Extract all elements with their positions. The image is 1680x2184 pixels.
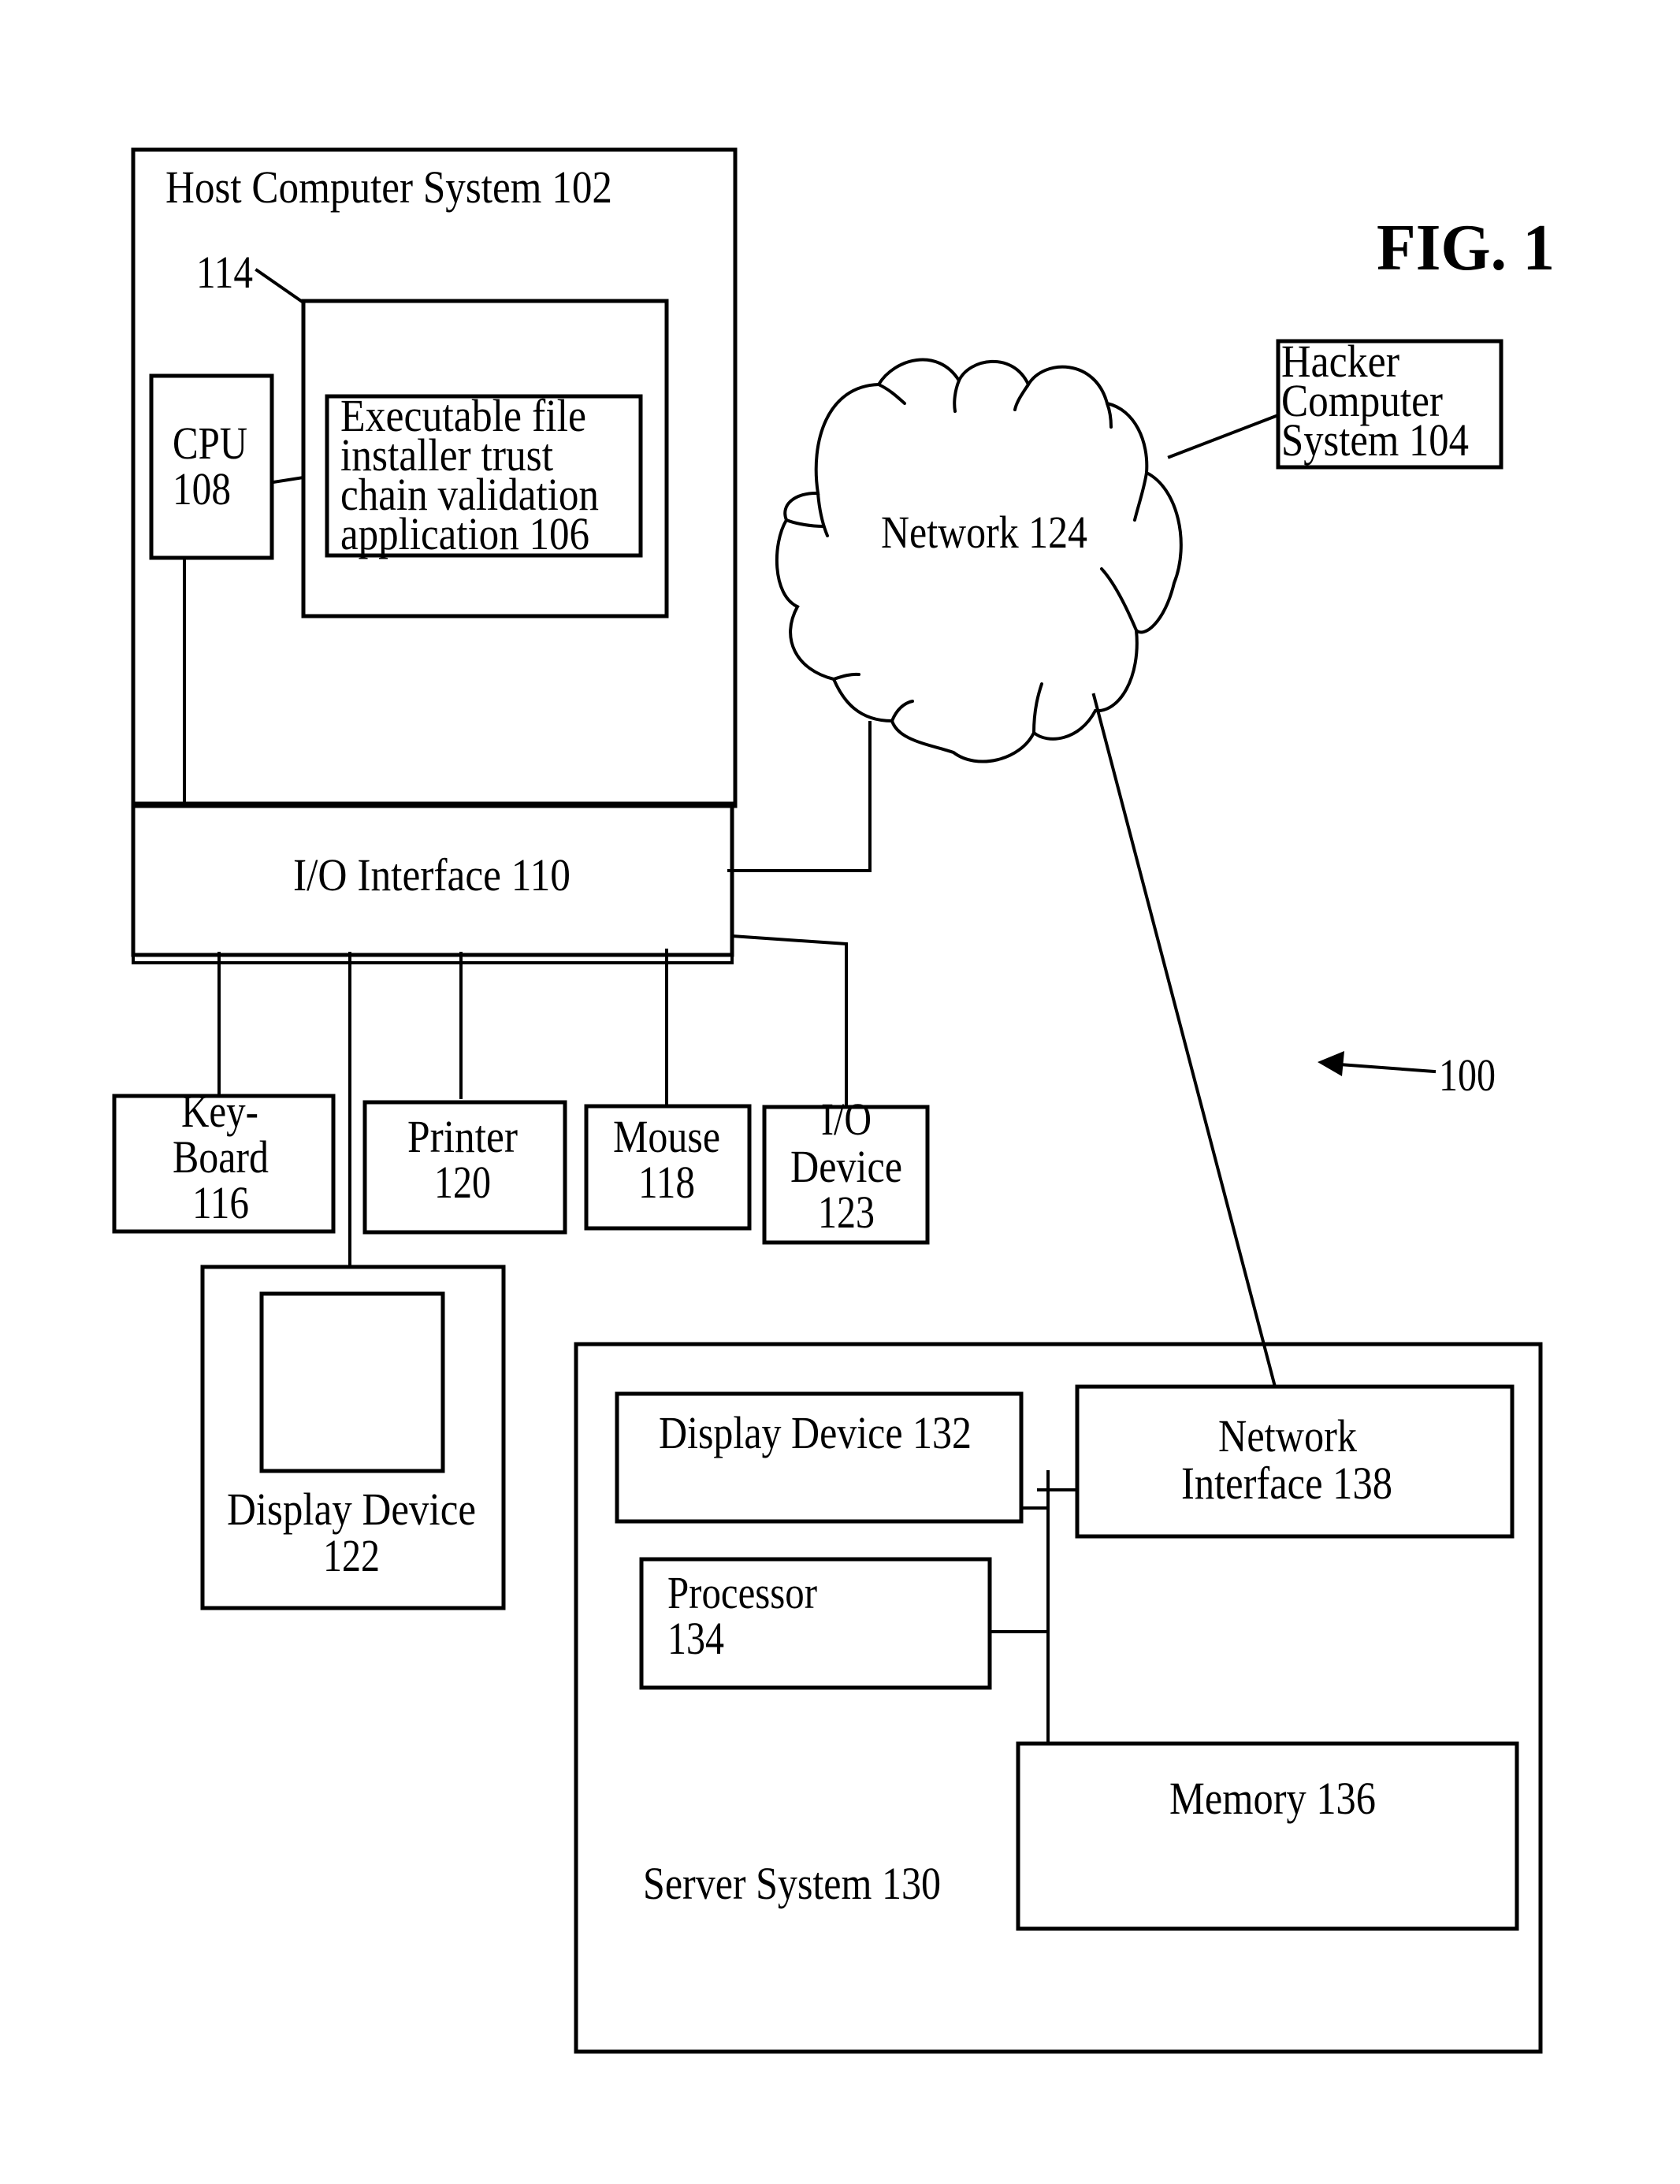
memory-reference-label: 114 (196, 247, 253, 298)
printer-block: Printer 120 (362, 1100, 567, 1235)
cloud-lobe-6 (1100, 567, 1138, 632)
hacker-label-line-3: System 104 (1281, 414, 1469, 466)
cloud-lobe-10 (785, 518, 825, 528)
io-device-label-line-3: 123 (818, 1187, 875, 1238)
mouse-block: Mouse 118 (584, 1104, 752, 1231)
keyboard-label-line-1: Key- (181, 1086, 258, 1137)
server-processor-block: Processor 134 (639, 1557, 992, 1690)
cpu-label: CPU (173, 418, 247, 469)
host-computer-title: Host Computer System 102 (165, 162, 612, 213)
cloud-lobe-2 (953, 379, 961, 413)
network-hacker-connector (1167, 413, 1280, 459)
cpu-memory-connector (271, 475, 306, 485)
mouse-label-line-2: 118 (638, 1157, 695, 1208)
cpu-number: 108 (173, 463, 231, 514)
application-label-line-4: application 106 (340, 508, 589, 559)
io-network-connector (727, 721, 872, 872)
io-interface: I/O Interface 110 (131, 801, 734, 964)
memory-reference-leader (255, 268, 306, 305)
server-memory-block: Memory 136 (1016, 1741, 1519, 1931)
server-memory-box (1016, 1741, 1519, 1931)
system-reference: 100 (1318, 1049, 1496, 1101)
display-122-label-line-2: 122 (323, 1530, 380, 1581)
io-interface-label: I/O Interface 110 (293, 849, 571, 901)
cloud-lobe-7 (1032, 682, 1043, 734)
server-processor-label-line-2: 134 (667, 1613, 724, 1664)
network-label: Network 124 (881, 507, 1087, 558)
server-memory-label: Memory 136 (1169, 1773, 1376, 1824)
cloud-lobe-3 (1013, 383, 1030, 411)
network-server-connector (1091, 693, 1277, 1389)
host-computer-system: Host Computer System 102 114 Executable … (131, 147, 738, 964)
figure-title: FIG. 1 (1377, 211, 1555, 284)
trust-chain-application: Executable file installer trust chain va… (325, 390, 643, 559)
cloud-lobe-8 (890, 700, 914, 722)
cloud-outline-icon (775, 358, 1183, 763)
display-122-block: Display Device 122 (200, 1265, 506, 1610)
keyboard-label-line-3: 116 (192, 1177, 249, 1228)
server-network-interface-label-line-1: Network (1218, 1410, 1357, 1462)
io-device-label-line-1: I/O (821, 1094, 872, 1145)
io-device-label-line-2: Device (790, 1141, 902, 1192)
keyboard-label-line-2: Board (173, 1131, 269, 1183)
mouse-label-line-1: Mouse (613, 1111, 720, 1162)
network-cloud: Network 124 (775, 358, 1183, 763)
cloud-lobe-9 (832, 672, 860, 681)
display-122-label-line-1: Display Device (227, 1484, 476, 1535)
cloud-lobe-1 (877, 383, 906, 405)
cloud-lobe-11 (816, 492, 829, 537)
io-device-connector (730, 934, 848, 1109)
printer-label-line-2: 120 (434, 1157, 491, 1208)
server-display-label: Display Device 132 (659, 1407, 972, 1458)
server-network-interface-block: Network Interface 138 (1075, 1384, 1515, 1539)
server-system: Display Device 132 Processor 134 Network… (574, 1342, 1543, 2054)
reference-number: 100 (1439, 1049, 1496, 1101)
reference-arrow-shaft (1337, 1062, 1437, 1074)
server-display-block: Display Device 132 (615, 1391, 1024, 1524)
printer-label-line-1: Printer (407, 1111, 518, 1162)
cloud-lobe-5 (1133, 471, 1148, 522)
server-system-title: Server System 130 (643, 1858, 941, 1909)
server-network-interface-label-line-2: Interface 138 (1181, 1458, 1392, 1509)
cloud-lobe-4 (1106, 402, 1113, 429)
io-device-block: I/O Device 123 (762, 1094, 930, 1245)
cpu-block: CPU 108 (149, 373, 274, 560)
hacker-computer-system: Hacker Computer System 104 (1276, 336, 1503, 470)
server-processor-label-line-1: Processor (667, 1567, 817, 1618)
keyboard-block: Key- Board 116 (112, 1086, 336, 1234)
patent-figure: FIG. 1 Host Computer System 102 114 Exec… (112, 147, 1555, 2054)
reference-arrow-head-icon (1318, 1051, 1344, 1076)
display-122-screen (259, 1291, 445, 1473)
